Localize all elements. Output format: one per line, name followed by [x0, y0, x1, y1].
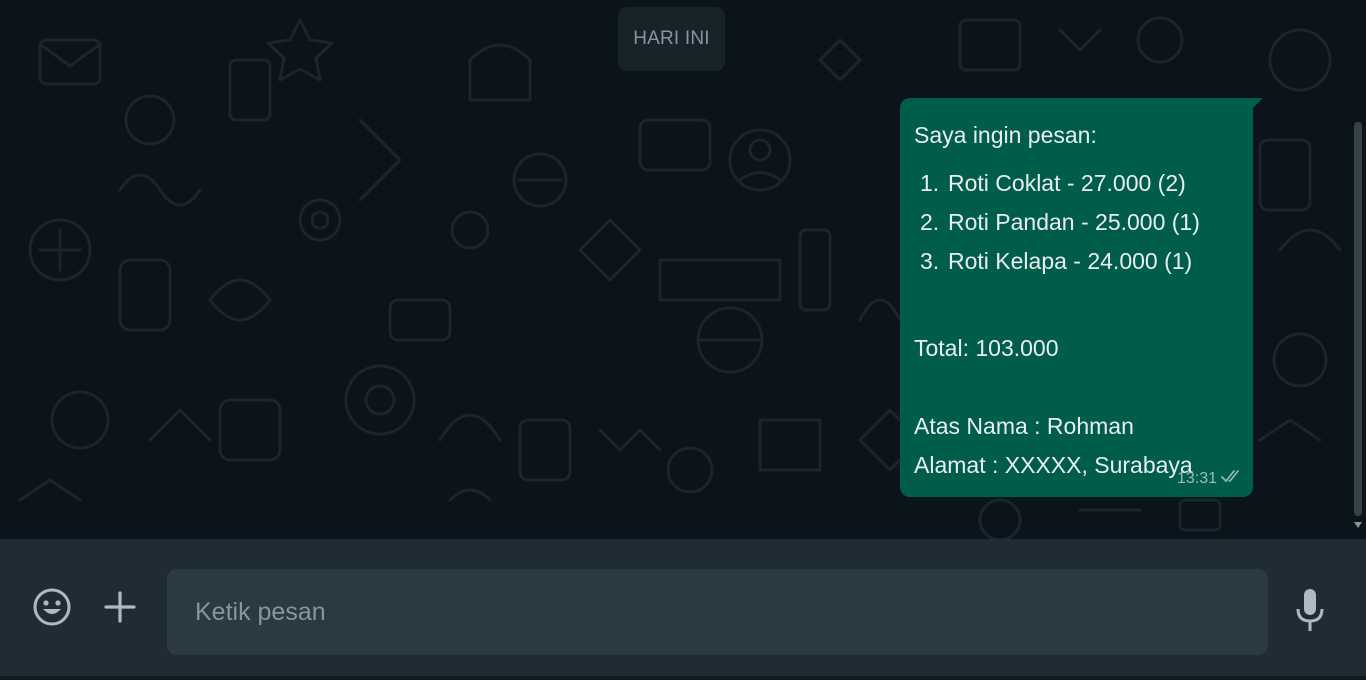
scroll-down-arrow-icon[interactable]	[1354, 522, 1362, 528]
order-total: Total: 103.000	[914, 335, 1059, 361]
order-item-number: 3.	[920, 248, 940, 274]
order-item-text: Roti Coklat - 27.000 (2)	[948, 170, 1186, 196]
outgoing-message-bubble[interactable]: Saya ingin pesan: 1. Roti Coklat - 27.00…	[900, 98, 1253, 497]
double-check-icon	[1221, 469, 1243, 489]
order-item-list: 1. Roti Coklat - 27.000 (2) 2. Roti Pand…	[914, 164, 1239, 281]
order-item-number: 1.	[920, 170, 940, 196]
order-item-text: Roti Pandan - 25.000 (1)	[948, 209, 1200, 235]
composer-bottom-border	[0, 676, 1366, 680]
message-meta: 13:31	[1177, 469, 1243, 489]
message-input[interactable]	[193, 596, 1242, 628]
plus-icon	[104, 591, 136, 623]
emoji-button[interactable]	[30, 585, 74, 629]
chat-message-area[interactable]: HARI INI Saya ingin pesan: 1. Roti Cokla…	[0, 0, 1366, 539]
date-separator-chip: HARI INI	[618, 7, 725, 71]
order-item-number: 2.	[920, 209, 940, 235]
order-item: 2. Roti Pandan - 25.000 (1)	[914, 203, 1239, 242]
voice-message-button[interactable]	[1290, 585, 1330, 637]
order-item-text: Roti Kelapa - 24.000 (1)	[948, 248, 1193, 274]
emoji-icon	[33, 588, 71, 626]
order-item: 3. Roti Kelapa - 24.000 (1)	[914, 242, 1239, 281]
date-separator-label: HARI INI	[633, 28, 710, 49]
microphone-icon	[1296, 589, 1324, 631]
order-customer-name: Atas Nama : Rohman	[914, 413, 1134, 439]
message-input-container[interactable]	[167, 569, 1268, 655]
attach-button[interactable]	[100, 587, 140, 627]
order-item: 1. Roti Coklat - 27.000 (2)	[914, 164, 1239, 203]
message-greeting: Saya ingin pesan:	[914, 122, 1097, 148]
message-time: 13:31	[1176, 470, 1217, 487]
chat-scrollbar-thumb[interactable]	[1354, 122, 1362, 516]
whatsapp-chat-window: HARI INI Saya ingin pesan: 1. Roti Cokla…	[0, 0, 1366, 680]
